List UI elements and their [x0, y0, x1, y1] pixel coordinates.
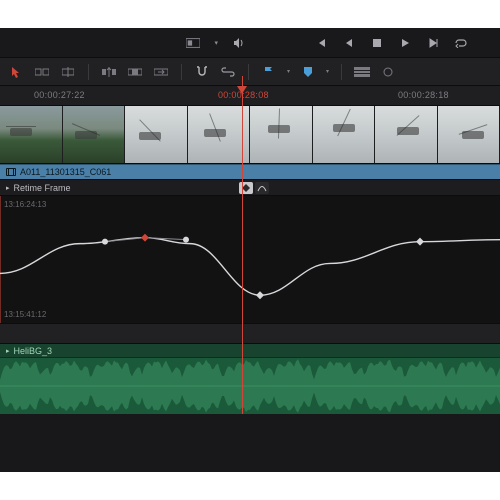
loop-icon[interactable]: [454, 36, 468, 50]
retime-label: Retime Frame: [14, 183, 71, 193]
bottom-area: [0, 414, 500, 472]
audio-clip-label[interactable]: ▸ HeliBG_3: [0, 344, 500, 358]
insert-icon[interactable]: [101, 65, 117, 79]
retime-caret-icon[interactable]: ▸: [6, 184, 10, 192]
blade-tool-icon[interactable]: [60, 65, 76, 79]
playhead[interactable]: [242, 76, 243, 414]
keyframe-curve-button[interactable]: [255, 182, 269, 194]
audio-track[interactable]: [0, 358, 500, 414]
timeline-view-icon[interactable]: [354, 65, 370, 79]
replace-icon[interactable]: [153, 65, 169, 79]
clip-thumbnails: [0, 106, 500, 163]
app-frame: ▾ ▾ ▾ 00:00:27:22 00:00:28:0: [0, 28, 500, 472]
top-menu-bar: ▾: [0, 28, 500, 58]
ruler-tc-left: 00:00:27:22: [34, 90, 85, 100]
viewer-dropdown-icon[interactable]: ▾: [214, 39, 218, 47]
video-track[interactable]: [0, 106, 500, 164]
go-start-icon[interactable]: [314, 36, 328, 50]
play-icon[interactable]: [398, 36, 412, 50]
marker-icon[interactable]: [300, 65, 316, 79]
arrow-tool-icon[interactable]: [8, 65, 24, 79]
prev-icon[interactable]: [342, 36, 356, 50]
audio-caret-icon: ▸: [6, 347, 10, 355]
film-icon: [6, 168, 16, 176]
audio-clip-name: HeliBG_3: [14, 346, 53, 356]
flag-dropdown-icon[interactable]: ▾: [287, 68, 290, 75]
next-icon[interactable]: [426, 36, 440, 50]
retime-curve-editor[interactable]: 13:16:24:13 13:15:41:12: [0, 196, 500, 324]
edit-toolbar: ▾ ▾: [0, 58, 500, 86]
timecode-ruler[interactable]: 00:00:27:22 00:00:28:08 00:00:28:18: [0, 86, 500, 106]
link-icon[interactable]: [220, 65, 236, 79]
clip-label-bar[interactable]: A011_11301315_C061: [0, 164, 500, 180]
viewer-mode-icon[interactable]: [186, 36, 200, 50]
speaker-icon[interactable]: [232, 36, 246, 50]
snap-icon[interactable]: [194, 65, 210, 79]
options-icon[interactable]: [380, 65, 396, 79]
overwrite-icon[interactable]: [127, 65, 143, 79]
marker-dropdown-icon[interactable]: ▾: [326, 68, 329, 75]
retime-header: ▸ Retime Frame: [0, 180, 500, 196]
ruler-tc-right: 00:00:28:18: [398, 90, 449, 100]
track-gap: [0, 324, 500, 344]
trim-tool-icon[interactable]: [34, 65, 50, 79]
clip-name: A011_11301315_C061: [20, 167, 111, 177]
stop-icon[interactable]: [370, 36, 384, 50]
flag-icon[interactable]: [261, 65, 277, 79]
